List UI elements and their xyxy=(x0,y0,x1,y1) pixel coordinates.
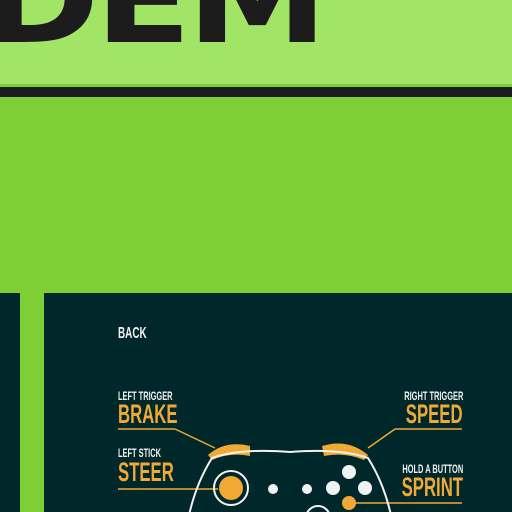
left-stick xyxy=(219,476,243,500)
x-button xyxy=(326,481,340,495)
b-button xyxy=(358,481,372,495)
menu-button xyxy=(302,484,312,494)
right-stick-ring xyxy=(306,505,330,512)
a-button xyxy=(342,496,356,510)
gamepad-icon xyxy=(118,428,462,512)
view-button xyxy=(268,484,278,494)
y-button xyxy=(342,465,356,479)
leader-lines xyxy=(118,428,462,504)
